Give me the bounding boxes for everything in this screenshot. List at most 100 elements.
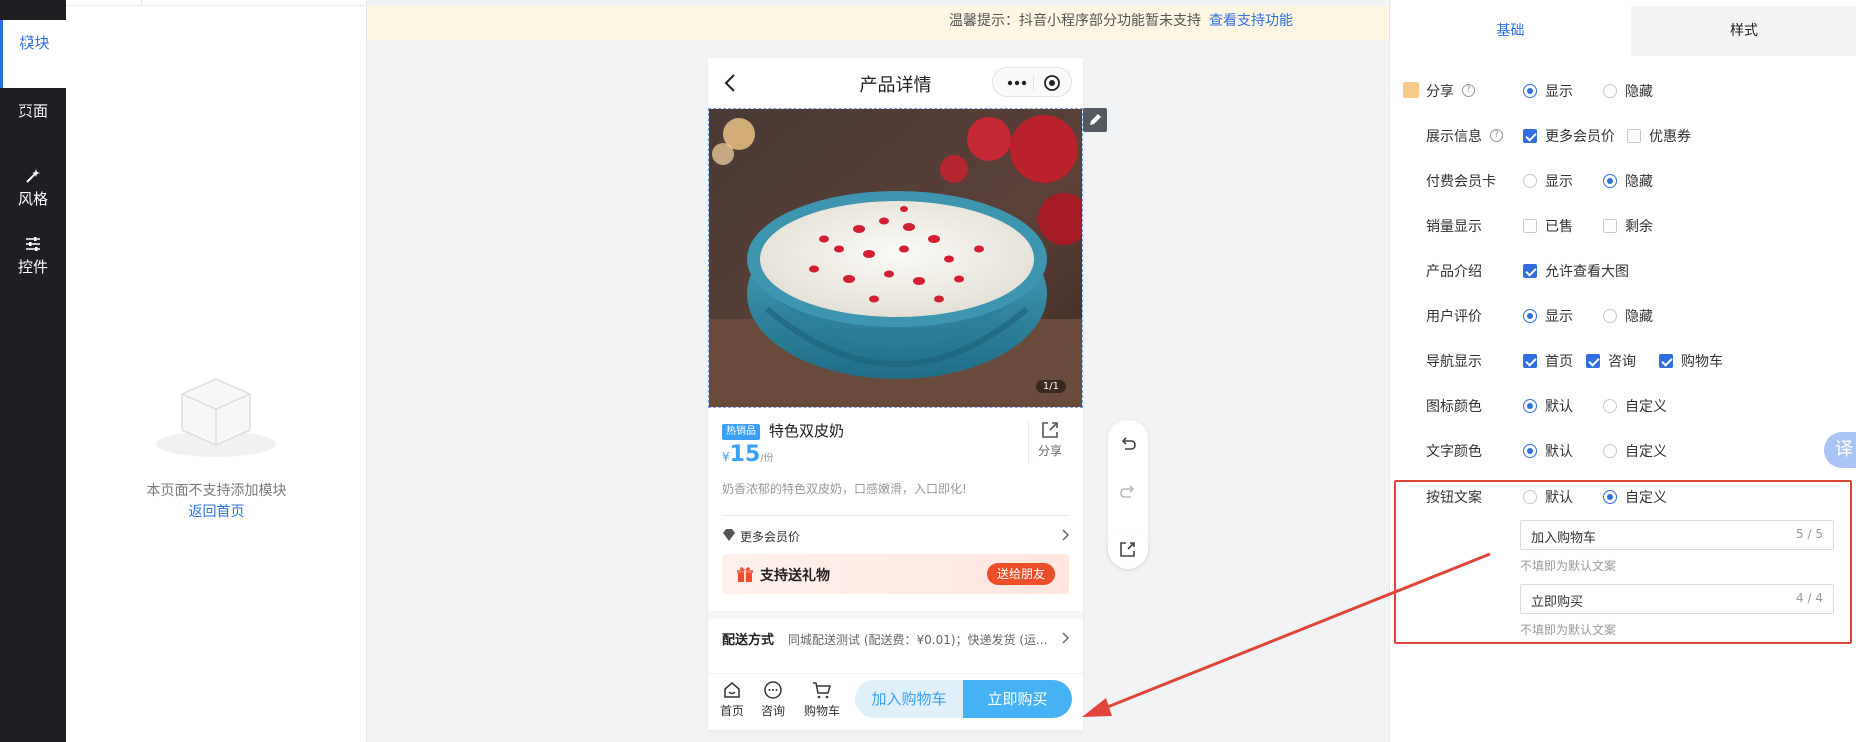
product-image[interactable]: 1/1 — [708, 108, 1083, 408]
buy-now-button[interactable]: 立即购买 — [963, 680, 1072, 718]
tab-style[interactable]: 样式 — [1631, 6, 1856, 56]
radio-option[interactable]: 自定义 — [1603, 396, 1667, 416]
setting-label: 文字颜色 — [1426, 444, 1482, 460]
setting-label: 展示信息 — [1426, 129, 1482, 145]
checkbox-option[interactable]: 允许查看大图 — [1523, 261, 1629, 281]
home-icon — [724, 682, 740, 698]
checkbox-option[interactable]: 已售 — [1523, 216, 1573, 236]
phone-preview: 产品详情 1/1 热销品 特色双皮奶 ¥15/份 分享 奶香浓郁的特色双皮奶，口… — [708, 58, 1083, 730]
radio-option[interactable]: 显示 — [1523, 81, 1573, 101]
chevron-right-icon — [1062, 632, 1069, 644]
option-label: 自定义 — [1625, 399, 1667, 415]
setting-row: 销量显示 已售 剩余 — [1426, 214, 1846, 238]
member-price-row[interactable]: 更多会员价 — [722, 526, 1069, 546]
rail-item-page[interactable]: 页面 — [0, 88, 66, 156]
help-icon[interactable]: ? — [1462, 84, 1475, 97]
chat-icon — [764, 681, 782, 699]
phone-nav-bar: 产品详情 — [708, 58, 1083, 108]
notice-bar: 温馨提示：抖音小程序部分功能暂未支持 查看支持功能 — [367, 6, 1389, 40]
checkbox-mark[interactable] — [1523, 354, 1537, 368]
checkbox-option[interactable]: 优惠券 — [1627, 126, 1691, 146]
close-target-icon[interactable] — [1042, 74, 1062, 92]
setting-label: 销量显示 — [1426, 219, 1482, 235]
option-label: 隐藏 — [1625, 84, 1653, 100]
radio-mark[interactable] — [1603, 174, 1617, 188]
radio-option[interactable]: 显示 — [1523, 306, 1573, 326]
notice-link[interactable]: 查看支持功能 — [1209, 13, 1293, 29]
radio-mark[interactable] — [1603, 309, 1617, 323]
rail-item-modules[interactable]: 模块 — [0, 20, 66, 88]
product-price: ¥15/份 — [722, 442, 774, 467]
option-label: 显示 — [1545, 174, 1573, 190]
cart-text-input[interactable]: 加入购物车 5 / 5 — [1520, 520, 1834, 550]
capsule-divider — [1033, 75, 1034, 91]
radio-mark[interactable] — [1523, 399, 1537, 413]
undo-icon[interactable] — [1118, 434, 1138, 454]
option-label: 优惠券 — [1649, 129, 1691, 145]
option-label: 更多会员价 — [1545, 129, 1615, 145]
more-dots-icon[interactable] — [1003, 74, 1031, 92]
gift-friend-button[interactable]: 送给朋友 — [986, 563, 1055, 585]
checkbox-option[interactable]: 剩余 — [1603, 216, 1653, 236]
highlight-frame — [1394, 480, 1852, 644]
radio-mark[interactable] — [1523, 174, 1537, 188]
radio-option[interactable]: 隐藏 — [1603, 306, 1653, 326]
share-button[interactable]: 分享 — [1026, 420, 1074, 459]
setting-row: 展示信息? 更多会员价 优惠券 — [1426, 124, 1846, 148]
radio-mark[interactable] — [1603, 84, 1617, 98]
radio-mark[interactable] — [1603, 399, 1617, 413]
checkbox-mark[interactable] — [1586, 354, 1600, 368]
buy-text-input[interactable]: 立即购买 4 / 4 — [1520, 584, 1834, 614]
radio-mark[interactable] — [1603, 444, 1617, 458]
radio-mark[interactable] — [1523, 309, 1537, 323]
cart-icon — [813, 682, 831, 699]
setting-label: 图标颜色 — [1426, 399, 1482, 415]
bottom-nav-consult[interactable]: 咨询 — [756, 680, 790, 719]
option-label: 默认 — [1545, 399, 1573, 415]
bottom-nav-home[interactable]: 首页 — [715, 680, 749, 719]
redo-icon[interactable] — [1118, 482, 1138, 502]
option-label: 自定义 — [1625, 444, 1667, 460]
rail-item-style[interactable]: 风格 — [0, 156, 66, 224]
rail-top-bar — [0, 0, 66, 20]
option-label: 已售 — [1545, 219, 1573, 235]
add-to-cart-button[interactable]: 加入购物车 — [855, 680, 963, 718]
empty-box-icon — [156, 378, 276, 457]
checkbox-option[interactable]: 更多会员价 — [1523, 126, 1615, 146]
empty-state-text: 本页面不支持添加模块 — [146, 483, 287, 499]
delivery-row[interactable]: 配送方式 同城配送测试 (配送费：¥0.01)；快递发货 (运... — [708, 611, 1083, 655]
checkbox-mark[interactable] — [1659, 354, 1673, 368]
share-label: 分享 — [1037, 444, 1062, 458]
radio-option[interactable]: 隐藏 — [1603, 171, 1653, 191]
radio-mark[interactable] — [1523, 84, 1537, 98]
edit-pen-button[interactable] — [1083, 108, 1107, 132]
checkbox-option[interactable]: 购物车 — [1659, 351, 1723, 371]
milk-pudding-photo — [709, 109, 1082, 407]
tab-basic[interactable]: 基础 — [1390, 6, 1631, 56]
gift-icon — [737, 567, 753, 582]
radio-option[interactable]: 默认 — [1523, 441, 1573, 461]
back-home-link[interactable]: 返回首页 — [189, 504, 245, 520]
main-rail: 模块 页面 风格 控件 — [0, 0, 66, 742]
radio-mark[interactable] — [1523, 444, 1537, 458]
rail-item-label: 控件 — [17, 258, 48, 276]
bottom-nav-cart[interactable]: 购物车 — [800, 680, 844, 719]
rail-item-controls[interactable]: 控件 — [0, 224, 66, 292]
radio-option[interactable]: 显示 — [1523, 171, 1573, 191]
checkbox-mark[interactable] — [1523, 129, 1537, 143]
checkbox-option[interactable]: 首页 — [1523, 351, 1573, 371]
option-label: 显示 — [1545, 84, 1573, 100]
radio-option[interactable]: 默认 — [1523, 396, 1573, 416]
translate-button[interactable]: 译 — [1824, 432, 1856, 468]
checkbox-mark[interactable] — [1627, 129, 1641, 143]
checkbox-mark[interactable] — [1523, 219, 1537, 233]
preview-canvas: 温馨提示：抖音小程序部分功能暂未支持 查看支持功能 产品详情 1/1 热销品 特… — [367, 0, 1389, 742]
checkbox-mark[interactable] — [1523, 264, 1537, 278]
radio-option[interactable]: 隐藏 — [1603, 81, 1653, 101]
checkbox-option[interactable]: 咨询 — [1586, 351, 1636, 371]
export-button[interactable] — [1108, 529, 1148, 569]
option-label: 默认 — [1545, 444, 1573, 460]
help-icon[interactable]: ? — [1490, 129, 1503, 142]
checkbox-mark[interactable] — [1603, 219, 1617, 233]
radio-option[interactable]: 自定义 — [1603, 441, 1667, 461]
